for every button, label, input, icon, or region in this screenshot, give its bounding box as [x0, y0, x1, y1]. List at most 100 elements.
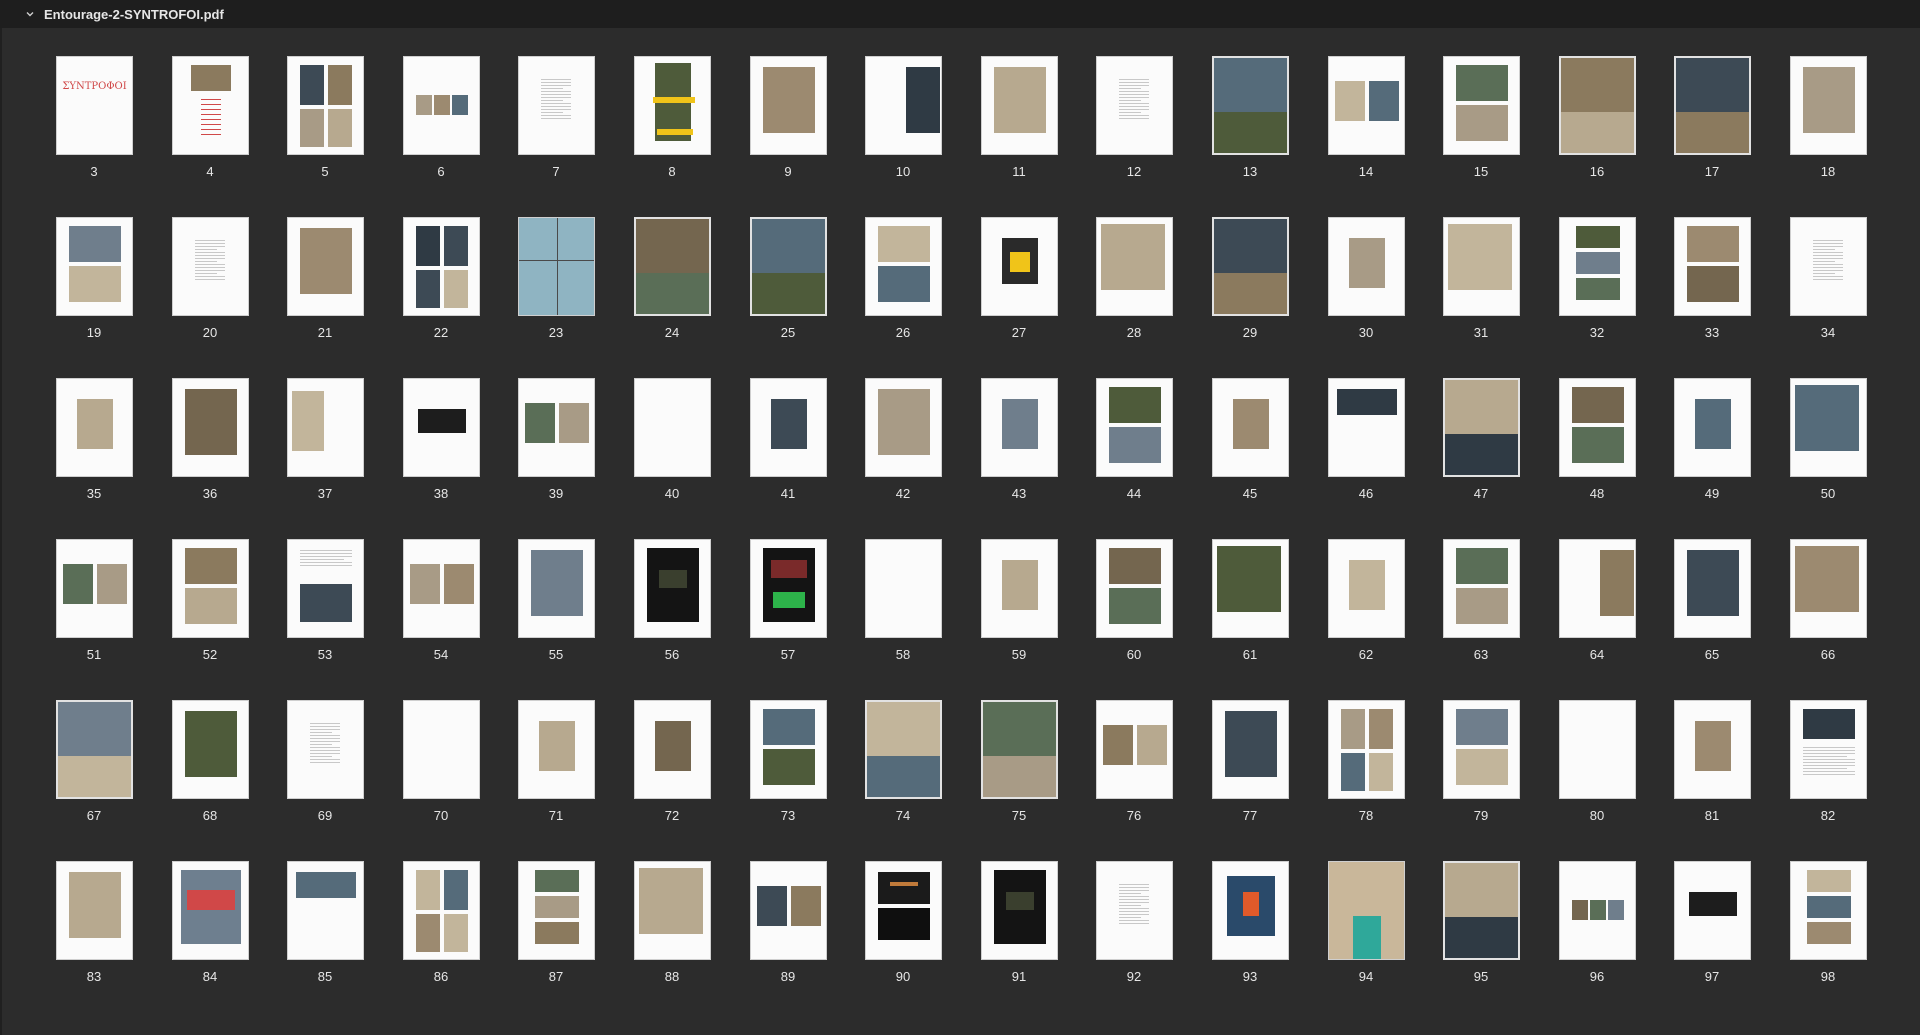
page-thumbnail-59[interactable] [981, 539, 1058, 638]
page-thumbnail-98[interactable] [1790, 861, 1867, 960]
page-thumbnail-32[interactable] [1559, 217, 1636, 316]
page-thumbnail-62[interactable] [1328, 539, 1405, 638]
page-thumbnail-21[interactable] [287, 217, 364, 316]
page-thumbnail-34[interactable] [1790, 217, 1867, 316]
page-thumbnail-27[interactable] [981, 217, 1058, 316]
page-thumbnail-10[interactable] [865, 56, 942, 155]
page-thumbnail-4[interactable] [172, 56, 249, 155]
page-thumbnail-35[interactable] [56, 378, 133, 477]
page-thumbnail-66[interactable] [1790, 539, 1867, 638]
page-thumbnail-69[interactable] [287, 700, 364, 799]
page-thumbnail-39[interactable] [518, 378, 595, 477]
page-thumbnail-7[interactable] [518, 56, 595, 155]
page-thumbnail-60[interactable] [1096, 539, 1173, 638]
page-thumbnail-70[interactable] [403, 700, 480, 799]
page-thumbnail-83[interactable] [56, 861, 133, 960]
page-thumbnail-15[interactable] [1443, 56, 1520, 155]
page-thumbnail-19[interactable] [56, 217, 133, 316]
page-thumbnail-87[interactable] [518, 861, 595, 960]
page-thumbnail-64[interactable] [1559, 539, 1636, 638]
page-thumbnail-82[interactable] [1790, 700, 1867, 799]
page-thumbnail-28[interactable] [1096, 217, 1173, 316]
page-thumbnail-17[interactable] [1674, 56, 1751, 155]
page-thumbnail-33[interactable] [1674, 217, 1751, 316]
page-thumbnail-68[interactable] [172, 700, 249, 799]
thumbnail-photo [69, 872, 121, 938]
page-thumbnail-92[interactable] [1096, 861, 1173, 960]
page-thumbnail-84[interactable] [172, 861, 249, 960]
page-thumbnail-46[interactable] [1328, 378, 1405, 477]
page-thumbnail-37[interactable] [287, 378, 364, 477]
page-thumbnail-50[interactable] [1790, 378, 1867, 477]
page-thumbnail-31[interactable] [1443, 217, 1520, 316]
page-thumbnail-72[interactable] [634, 700, 711, 799]
page-thumbnail-13[interactable] [1212, 56, 1289, 155]
page-thumbnail-12[interactable] [1096, 56, 1173, 155]
page-thumbnail-51[interactable] [56, 539, 133, 638]
page-thumbnail-18[interactable] [1790, 56, 1867, 155]
page-thumbnail-67[interactable] [56, 700, 133, 799]
page-thumbnail-78[interactable] [1328, 700, 1405, 799]
page-thumbnail-56[interactable] [634, 539, 711, 638]
thumbnail-photo [1456, 588, 1508, 624]
page-thumbnail-73[interactable] [750, 700, 827, 799]
page-thumbnail-55[interactable] [518, 539, 595, 638]
page-thumbnail-38[interactable] [403, 378, 480, 477]
page-thumbnail-11[interactable] [981, 56, 1058, 155]
page-thumbnail-49[interactable] [1674, 378, 1751, 477]
page-thumbnail-57[interactable] [750, 539, 827, 638]
page-thumbnail-26[interactable] [865, 217, 942, 316]
page-thumbnail-25[interactable] [750, 217, 827, 316]
page-thumbnail-88[interactable] [634, 861, 711, 960]
page-thumbnail-80[interactable] [1559, 700, 1636, 799]
page-thumbnail-9[interactable] [750, 56, 827, 155]
page-thumbnail-76[interactable] [1096, 700, 1173, 799]
page-thumbnail-48[interactable] [1559, 378, 1636, 477]
page-thumbnail-79[interactable] [1443, 700, 1520, 799]
page-thumbnail-20[interactable] [172, 217, 249, 316]
page-thumbnail-40[interactable] [634, 378, 711, 477]
page-thumbnail-94[interactable] [1328, 861, 1405, 960]
yellow-tape [653, 97, 695, 103]
chevron-down-icon[interactable] [22, 6, 38, 22]
page-thumbnail-93[interactable] [1212, 861, 1289, 960]
page-thumbnail-22[interactable] [403, 217, 480, 316]
page-thumbnail-41[interactable] [750, 378, 827, 477]
page-thumbnail-36[interactable] [172, 378, 249, 477]
page-thumbnail-43[interactable] [981, 378, 1058, 477]
page-thumbnail-44[interactable] [1096, 378, 1173, 477]
page-thumbnail-42[interactable] [865, 378, 942, 477]
page-thumbnail-14[interactable] [1328, 56, 1405, 155]
page-thumbnail-85[interactable] [287, 861, 364, 960]
page-thumbnail-81[interactable] [1674, 700, 1751, 799]
page-thumbnail-54[interactable] [403, 539, 480, 638]
page-thumbnail-23[interactable] [518, 217, 595, 316]
page-thumbnail-47[interactable] [1443, 378, 1520, 477]
page-thumbnail-29[interactable] [1212, 217, 1289, 316]
page-thumbnail-24[interactable] [634, 217, 711, 316]
page-thumbnail-53[interactable] [287, 539, 364, 638]
page-thumbnail-90[interactable] [865, 861, 942, 960]
page-thumbnail-52[interactable] [172, 539, 249, 638]
page-thumbnail-63[interactable] [1443, 539, 1520, 638]
page-thumbnail-95[interactable] [1443, 861, 1520, 960]
page-thumbnail-6[interactable] [403, 56, 480, 155]
page-thumbnail-97[interactable] [1674, 861, 1751, 960]
page-thumbnail-3[interactable]: ΣΥΝΤΡΟΦΟΙ [56, 56, 133, 155]
page-thumbnail-65[interactable] [1674, 539, 1751, 638]
page-thumbnail-89[interactable] [750, 861, 827, 960]
page-thumbnail-86[interactable] [403, 861, 480, 960]
page-thumbnail-71[interactable] [518, 700, 595, 799]
page-thumbnail-5[interactable] [287, 56, 364, 155]
page-thumbnail-77[interactable] [1212, 700, 1289, 799]
page-thumbnail-30[interactable] [1328, 217, 1405, 316]
page-thumbnail-8[interactable] [634, 56, 711, 155]
page-thumbnail-61[interactable] [1212, 539, 1289, 638]
page-thumbnail-16[interactable] [1559, 56, 1636, 155]
page-thumbnail-75[interactable] [981, 700, 1058, 799]
page-thumbnail-91[interactable] [981, 861, 1058, 960]
page-thumbnail-45[interactable] [1212, 378, 1289, 477]
page-thumbnail-74[interactable] [865, 700, 942, 799]
page-thumbnail-96[interactable] [1559, 861, 1636, 960]
page-thumbnail-58[interactable] [865, 539, 942, 638]
